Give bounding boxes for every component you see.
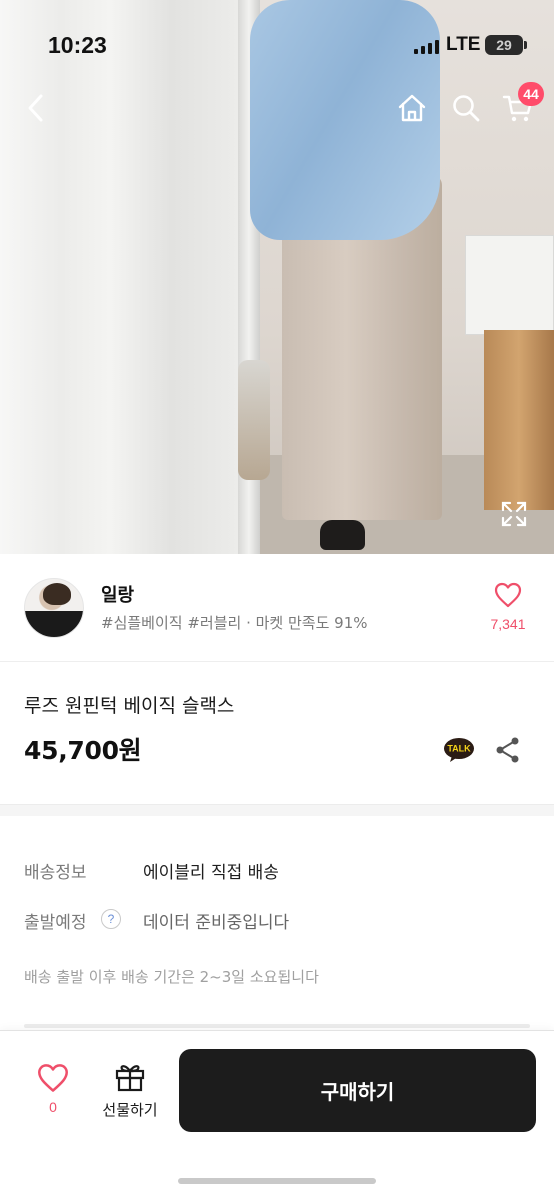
product-title: 루즈 원핀턱 베이직 슬랙스 [24, 695, 235, 717]
departure-label: 출발예정 [24, 913, 87, 933]
status-bar: 10:23 LTE 29 [0, 28, 554, 64]
departure-value: 데이터 준비중입니다 [143, 913, 290, 933]
seller-like-count: 7,341 [490, 616, 526, 632]
expand-icon [501, 501, 527, 527]
seller-like-button[interactable]: 7,341 [486, 582, 530, 638]
share-icon [496, 737, 519, 763]
network-label: LTE [446, 34, 481, 55]
product-price: 45,700원 [24, 736, 142, 765]
home-button[interactable] [392, 88, 432, 128]
status-time: 10:23 [48, 32, 107, 58]
seller-name[interactable]: 일랑 [101, 581, 134, 607]
battery-icon: 29 [485, 35, 527, 55]
kakao-talk-share-button[interactable]: TALK [443, 737, 475, 763]
shipping-info-label: 배송정보 [24, 863, 87, 883]
shipping-info-value: 에이블리 직접 배송 [143, 863, 279, 883]
favorite-button[interactable]: 0 [30, 1063, 76, 1115]
gift-label: 선물하기 [102, 1101, 158, 1119]
expand-image-button[interactable] [498, 498, 530, 530]
shipping-section: 배송정보 에이블리 직접 배송 출발예정 ? 데이터 준비중입니다 배송 출발 … [0, 816, 554, 1026]
seller-section: 일랑 #심플베이직 #러블리 · 마켓 만족도 91% 7,341 [0, 554, 554, 662]
bottom-action-bar: 0 선물하기 구매하기 [0, 1030, 554, 1200]
share-button[interactable] [494, 736, 522, 764]
shipping-divider [24, 1024, 530, 1028]
heart-icon [38, 1064, 68, 1092]
svg-text:TALK: TALK [447, 744, 471, 754]
home-icon [398, 94, 426, 122]
storage-box [465, 235, 554, 335]
gift-icon [115, 1065, 145, 1092]
shipping-note: 배송 출발 이후 배송 기간은 2~3일 소요됩니다 [24, 968, 319, 986]
shoe-rack [238, 360, 270, 480]
departure-help-icon[interactable]: ? [101, 909, 121, 929]
section-divider [0, 804, 554, 816]
search-icon [453, 95, 480, 122]
seller-tags: #심플베이직 #러블리 · 마켓 만족도 91% [101, 614, 368, 632]
seller-avatar[interactable] [24, 578, 84, 638]
wooden-stool [484, 330, 554, 510]
search-button[interactable] [446, 88, 486, 128]
heart-icon [494, 582, 522, 608]
product-info: 루즈 원핀턱 베이직 슬랙스 45,700원 TALK [0, 663, 554, 803]
back-button[interactable] [16, 88, 56, 128]
signal-icon [414, 40, 440, 54]
favorite-count: 0 [49, 1099, 57, 1115]
kakao-talk-icon: TALK [444, 738, 474, 762]
gift-button[interactable]: 선물하기 [96, 1061, 164, 1120]
curtain-background [0, 0, 245, 554]
cart-count-badge: 44 [518, 82, 544, 106]
chevron-left-icon [28, 94, 43, 122]
model-shoe [320, 520, 365, 550]
product-image[interactable] [0, 0, 554, 554]
home-indicator [178, 1178, 376, 1184]
buy-button[interactable]: 구매하기 [179, 1049, 536, 1132]
